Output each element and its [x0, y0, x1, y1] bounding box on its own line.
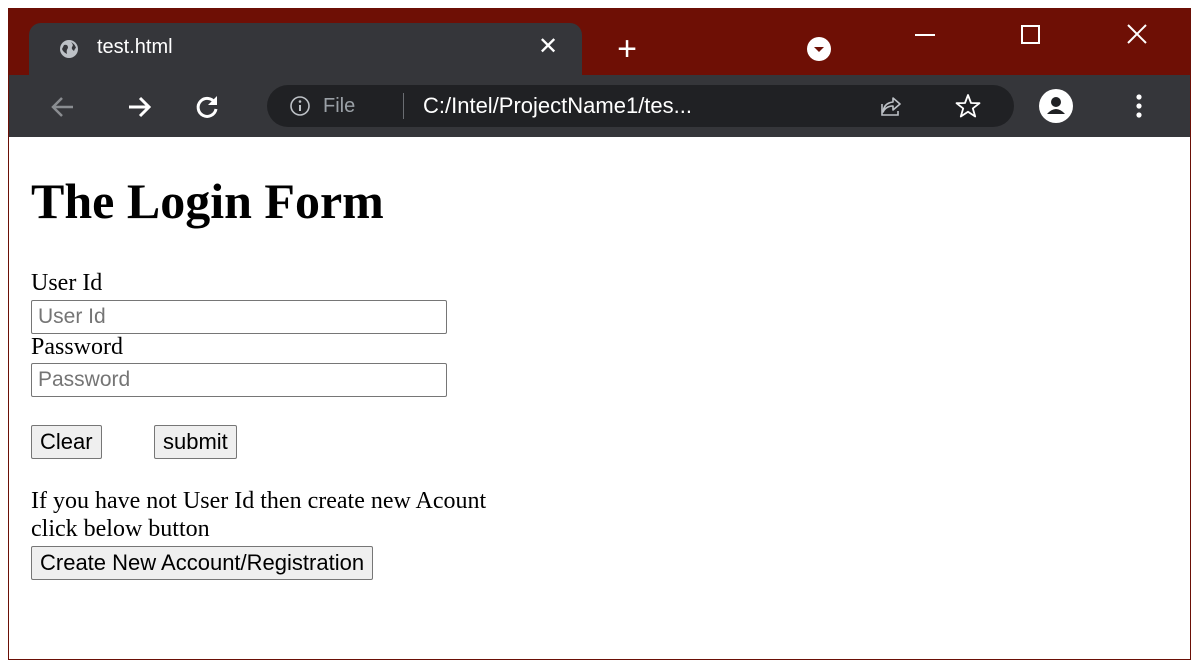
create-account-button[interactable]: Create New Account/Registration [31, 546, 374, 580]
address-scheme-label: File [323, 95, 356, 117]
password-input[interactable] [31, 363, 447, 397]
maximize-icon[interactable] [1003, 13, 1059, 57]
password-label: Password [31, 334, 124, 360]
user-id-input[interactable] [31, 300, 447, 334]
address-separator [403, 93, 404, 119]
page-title: The Login Form [31, 173, 384, 229]
close-icon[interactable]: ✕ [534, 33, 562, 61]
minimize-icon[interactable] [897, 13, 953, 57]
globe-icon [60, 40, 78, 58]
address-url[interactable]: C:/Intel/ProjectName1/tes... [423, 93, 692, 119]
info-line-2: click below button [31, 516, 210, 542]
address-bar[interactable]: File C:/Intel/ProjectName1/tes... [267, 85, 1014, 127]
profile-icon[interactable] [1039, 89, 1073, 123]
plus-icon[interactable]: + [609, 31, 645, 67]
page-content: The Login Form User Id Password Clear su… [9, 137, 1190, 659]
info-icon[interactable] [289, 95, 311, 117]
reload-icon[interactable] [193, 93, 221, 121]
title-bar: test.html ✕ + [9, 9, 1190, 75]
submit-button[interactable]: submit [154, 425, 237, 459]
share-icon[interactable] [879, 94, 903, 118]
browser-window: test.html ✕ + File C:/Intel/ProjectName1… [8, 8, 1191, 660]
browser-toolbar: File C:/Intel/ProjectName1/tes... [9, 75, 1190, 137]
kebab-menu-icon[interactable] [1133, 92, 1145, 120]
star-icon[interactable] [955, 93, 981, 119]
create-account-info: If you have not User Id then create new … [31, 487, 791, 543]
info-line-1: If you have not User Id then create new … [31, 488, 487, 514]
arrow-right-icon[interactable] [125, 93, 153, 121]
clear-button[interactable]: Clear [31, 425, 102, 459]
browser-tab[interactable]: test.html ✕ [29, 23, 582, 75]
close-icon[interactable] [1109, 13, 1165, 57]
arrow-left-icon[interactable] [49, 93, 77, 121]
tab-title: test.html [97, 36, 173, 58]
user-id-label: User Id [31, 270, 103, 296]
chevron-down-circle-icon[interactable] [807, 37, 831, 61]
